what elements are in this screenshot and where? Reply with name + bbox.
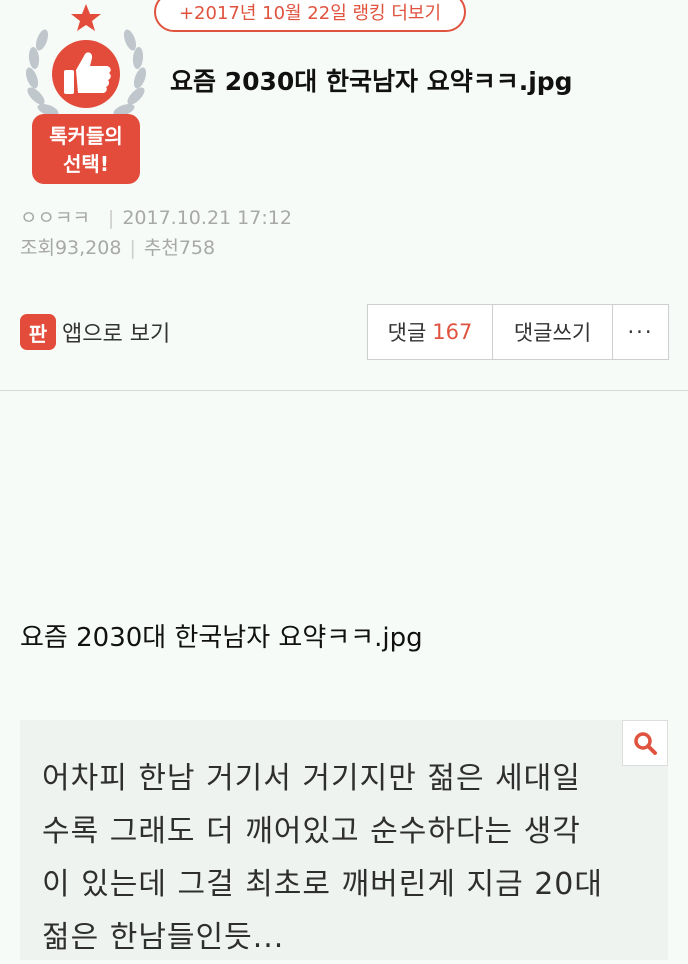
recommend-label: 추천 [143, 237, 179, 259]
post-datetime: 2017.10.21 17:12 [122, 207, 292, 229]
star-icon [71, 4, 101, 31]
post-title: 요즘 2030대 한국남자 요약ㅋㅋ.jpg [170, 67, 573, 96]
app-view-label: 앱으로 보기 [62, 322, 171, 347]
comments-button[interactable]: 댓글 167 [368, 305, 493, 359]
image-text-line: 이 있는데 그걸 최초로 깨버린게 지금 20대 [42, 867, 603, 902]
stats-line: 조회93,208 | 추천758 [20, 237, 216, 259]
badge-line-1: 톡커들의 [49, 124, 123, 148]
open-in-app-link[interactable]: 판 앱으로 보기 [20, 314, 170, 350]
zoom-button[interactable] [622, 720, 668, 766]
image-text-line: 어차피 한남 거기서 거기지만 젊은 세대일 [42, 761, 581, 796]
search-icon [634, 732, 657, 755]
author-date-line: ㅇㅇㅋㅋ | 2017.10.21 17:12 [20, 207, 292, 229]
comments-label: 댓글 [387, 321, 427, 345]
content-image-text: 어차피 한남 거기서 거기지만 젊은 세대일 수록 그래도 더 깨어있고 순수하… [42, 752, 652, 964]
badge-line-2: 선택! [63, 152, 109, 176]
talker-choice-badge: 톡커들의 선택! [20, 0, 152, 190]
more-options-button[interactable]: ··· [613, 305, 668, 359]
content-title: 요즘 2030대 한국남자 요약ㅋㅋ.jpg [20, 623, 423, 653]
write-comment-button[interactable]: 댓글쓰기 [493, 305, 613, 359]
views-count: 93,208 [54, 237, 122, 259]
views-label: 조회 [20, 237, 55, 259]
section-divider [0, 390, 688, 391]
ranking-more-button[interactable]: +2017년 10월 22일 랭킹 더보기 [154, 0, 466, 32]
comment-actions: 댓글 167 댓글쓰기 ··· [367, 304, 669, 360]
comments-count: 167 [432, 320, 473, 344]
author-name[interactable]: ㅇㅇㅋㅋ [20, 207, 90, 229]
recommend-count: 758 [178, 237, 216, 259]
image-text-line: 수록 그래도 더 깨어있고 순수하다는 생각 [42, 814, 581, 849]
pann-app-icon: 판 [20, 314, 56, 350]
image-text-line: 젊은 한남들인듯... [42, 920, 285, 955]
